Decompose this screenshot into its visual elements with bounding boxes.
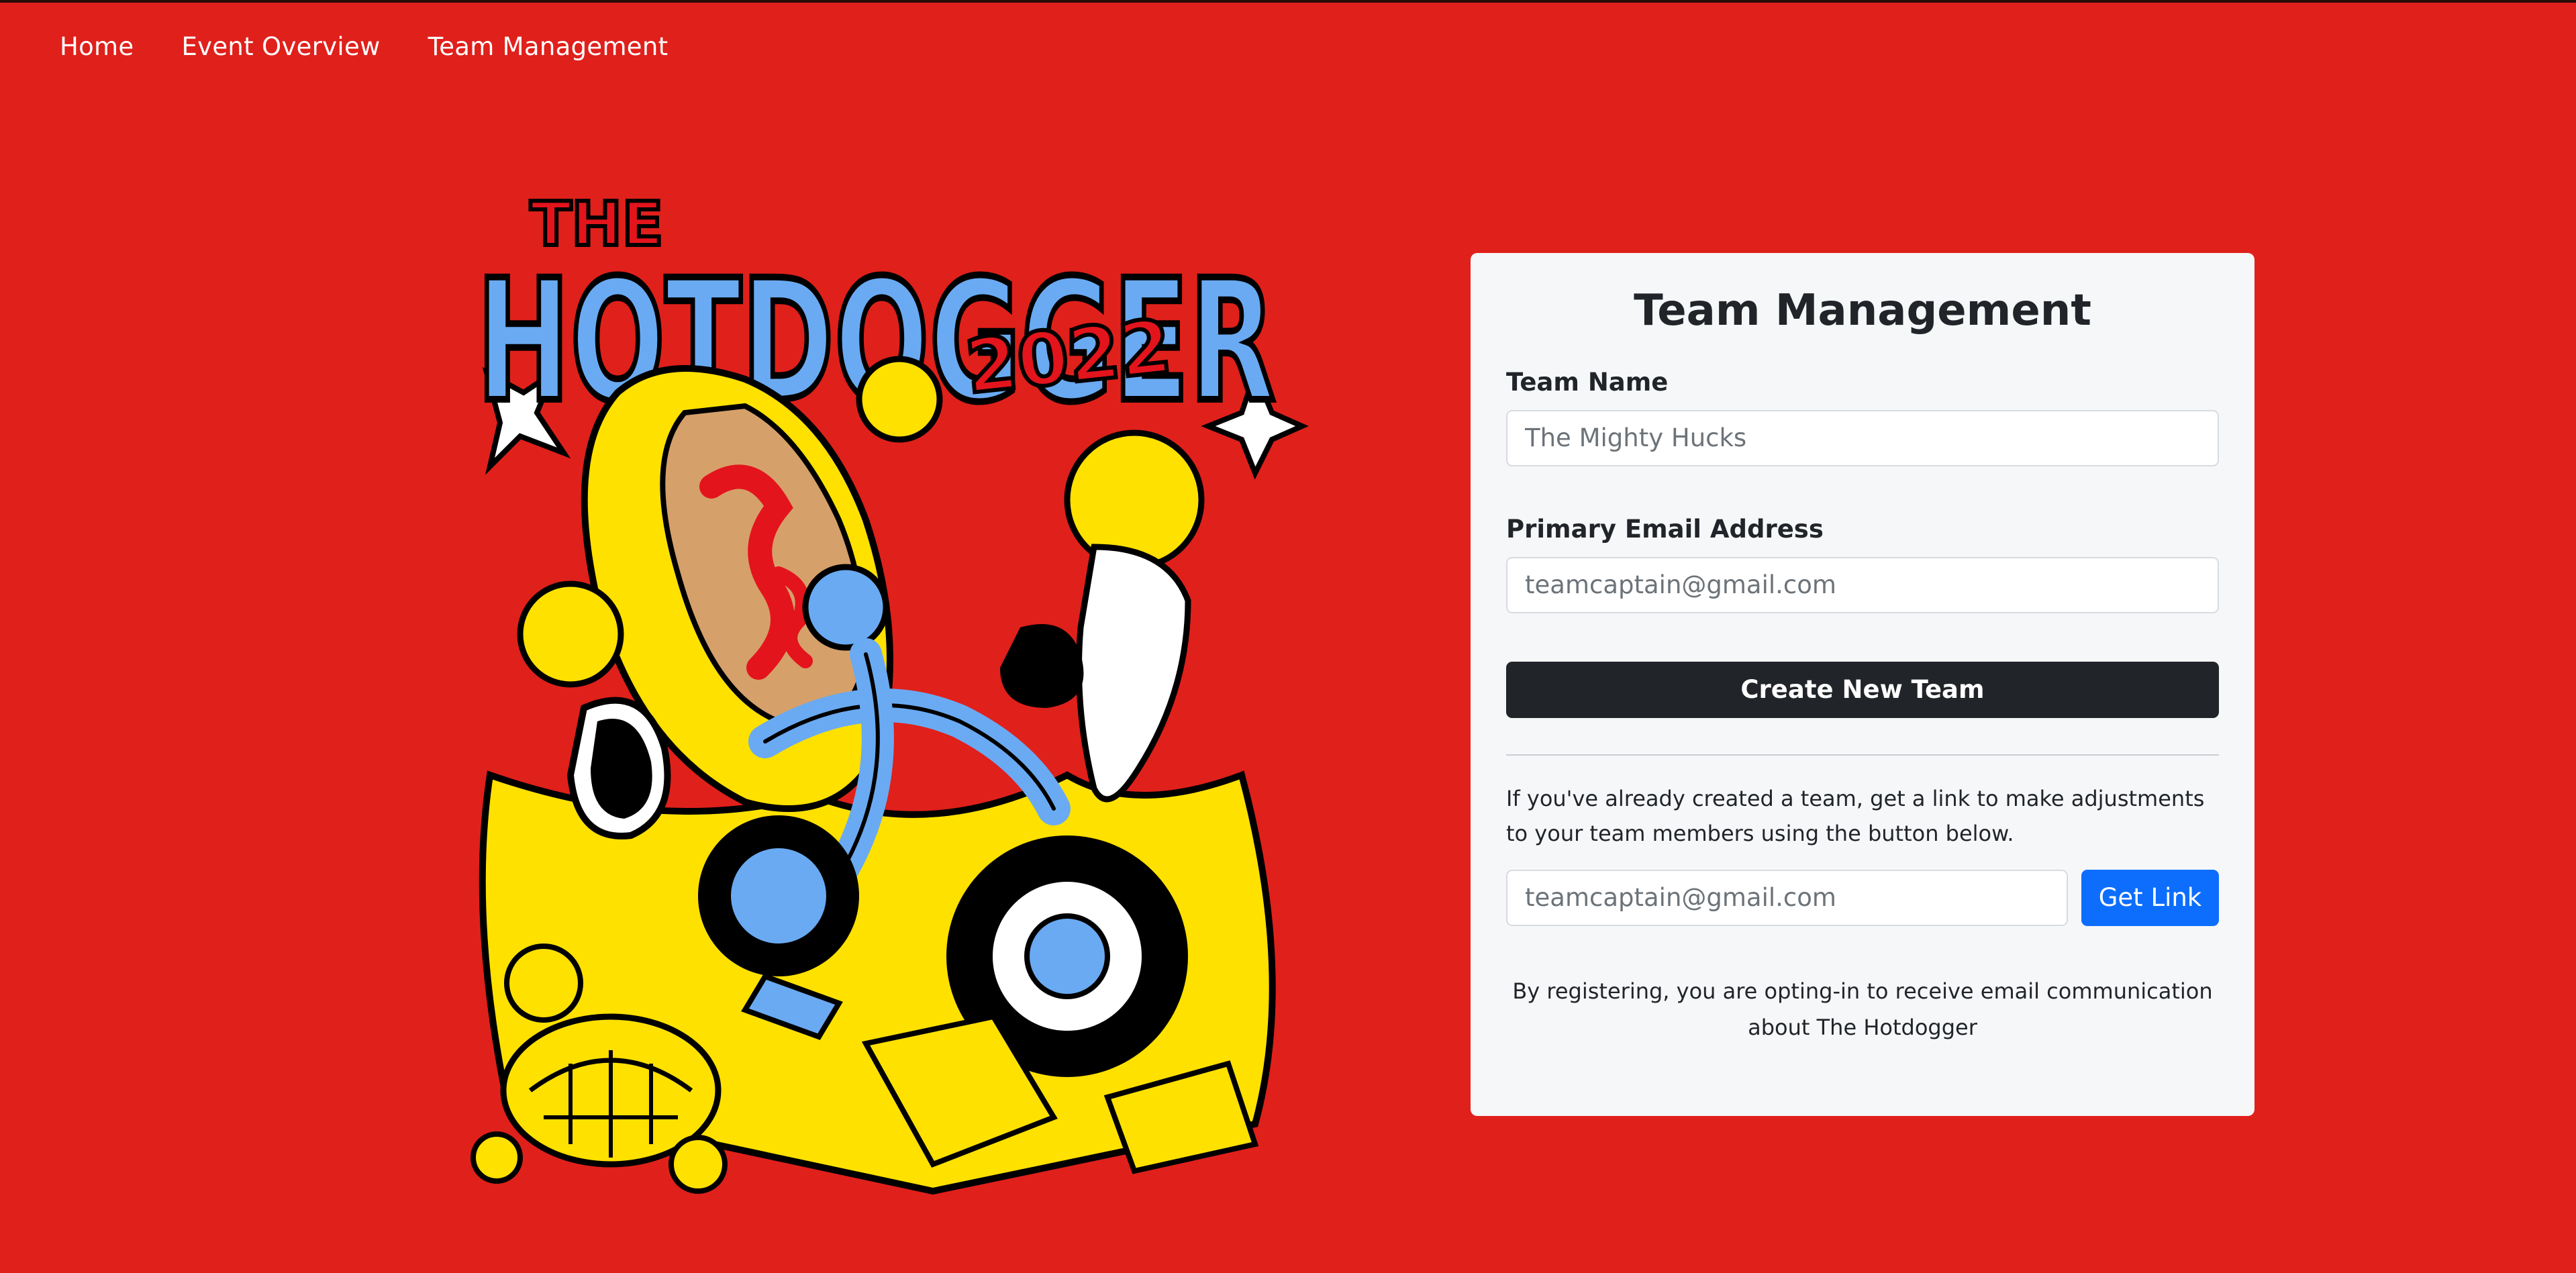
opt-in-note: By registering, you are opting-in to rec… (1512, 978, 2213, 1040)
team-name-input[interactable] (1506, 409, 2219, 466)
create-new-team-button[interactable]: Create New Team (1506, 661, 2219, 718)
existing-team-help-text: If you've already created a team, get a … (1506, 785, 2205, 846)
card-title: Team Management (1634, 286, 2091, 336)
nav-event-overview-link[interactable]: Event Overview (181, 32, 380, 61)
top-border (0, 0, 2576, 3)
top-nav: Home Event Overview Team Management (60, 32, 668, 61)
primary-email-label: Primary Email Address (1506, 514, 1824, 544)
team-name-label: Team Name (1506, 367, 1669, 397)
get-link-button[interactable]: Get Link (2081, 869, 2219, 926)
primary-email-input[interactable] (1506, 556, 2219, 613)
hotdogger-illustration: THE HOTDOGGER 2022 (470, 187, 1309, 1195)
link-email-input[interactable] (1506, 869, 2068, 926)
nav-team-management-link[interactable]: Team Management (428, 32, 668, 61)
nav-home-link[interactable]: Home (60, 32, 134, 61)
team-management-card: Team Management Team Name Primary Email … (1471, 253, 2255, 1116)
get-link-row: Get Link (1506, 869, 2219, 926)
